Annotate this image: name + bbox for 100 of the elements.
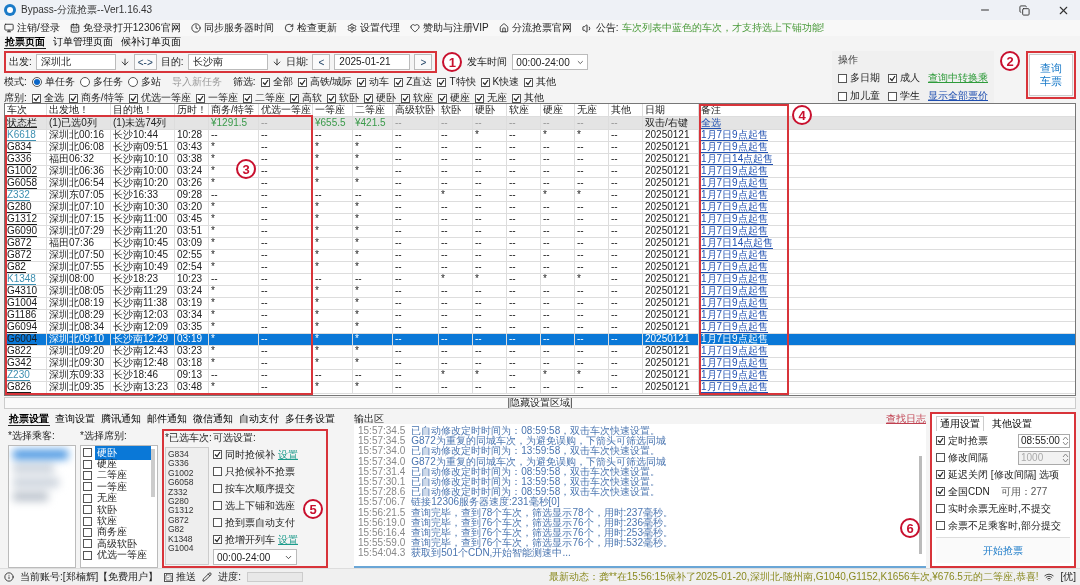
- train-number-link[interactable]: G822: [7, 346, 32, 357]
- toolbar-button[interactable]: 注销/登录: [4, 21, 60, 35]
- checkbox[interactable]: [213, 467, 222, 476]
- checkbox[interactable]: [936, 436, 945, 445]
- checkbox[interactable]: [195, 93, 205, 103]
- checkbox-label[interactable]: 软座: [412, 91, 433, 105]
- sale-time-link[interactable]: 1月7日9点起售: [701, 130, 768, 141]
- checkbox-label[interactable]: 学生: [900, 89, 920, 103]
- spinner-arrows-icon[interactable]: [1062, 434, 1069, 447]
- train-number-link[interactable]: G342: [7, 358, 32, 369]
- checkbox[interactable]: [213, 450, 222, 459]
- query-button[interactable]: 查询车票: [1029, 54, 1073, 96]
- checkbox-label[interactable]: Z直达: [406, 75, 433, 89]
- sale-time-link[interactable]: 1月7日9点起售: [701, 298, 768, 309]
- checkbox[interactable]: [400, 93, 410, 103]
- sale-time-link[interactable]: 1月7日9点起售: [701, 310, 768, 321]
- checkbox-label[interactable]: 只抢候补不抢票: [225, 464, 295, 479]
- radio-button[interactable]: [127, 77, 138, 87]
- checkbox[interactable]: [31, 93, 41, 103]
- train-item[interactable]: K1348: [168, 534, 206, 545]
- train-number-link[interactable]: G6058: [7, 178, 38, 189]
- checkbox[interactable]: [83, 539, 92, 549]
- seat-option[interactable]: 硬卧: [95, 445, 151, 460]
- checkbox[interactable]: [437, 77, 447, 87]
- checkbox[interactable]: [242, 93, 252, 103]
- checkbox[interactable]: [289, 93, 299, 103]
- checkbox-label[interactable]: 优选一等座: [140, 91, 191, 105]
- select-all-link[interactable]: 全选: [701, 118, 721, 129]
- checkbox[interactable]: [437, 93, 447, 103]
- page-tab[interactable]: 抢票页面: [4, 36, 46, 49]
- train-number-link[interactable]: G1312: [7, 214, 38, 225]
- spin-field[interactable]: 08:55:00: [1018, 433, 1070, 448]
- next-date-button[interactable]: >: [414, 54, 433, 70]
- checkbox[interactable]: [936, 521, 945, 530]
- checkbox[interactable]: [83, 550, 92, 560]
- checkbox[interactable]: [83, 505, 92, 515]
- checkbox-label[interactable]: 成人: [900, 71, 920, 85]
- checkbox-label[interactable]: 选上下铺和选座: [225, 498, 295, 513]
- checkbox[interactable]: [297, 77, 307, 87]
- train-number-link[interactable]: K1348: [7, 274, 36, 285]
- checkbox[interactable]: [213, 484, 222, 493]
- radio-button[interactable]: [31, 77, 42, 87]
- checkbox[interactable]: [326, 93, 336, 103]
- checkbox[interactable]: [83, 448, 92, 458]
- train-number-link[interactable]: Z230: [7, 370, 30, 381]
- checkbox[interactable]: [888, 73, 897, 83]
- train-number-link[interactable]: G6094: [7, 322, 38, 333]
- push-checkbox[interactable]: [164, 572, 174, 582]
- train-item[interactable]: G336: [168, 459, 206, 469]
- hide-settings-bar[interactable]: |隐藏设置区域|: [4, 397, 1076, 409]
- scrollbar[interactable]: [151, 449, 155, 497]
- checkbox-label[interactable]: 同时抢候补: [225, 447, 275, 462]
- checkbox[interactable]: [838, 73, 847, 83]
- toolbar-button[interactable]: 赞助与注册VIP: [409, 21, 489, 35]
- checkbox[interactable]: [83, 527, 92, 537]
- sale-time-link[interactable]: 1月7日9点起售: [701, 346, 768, 357]
- sale-time-link[interactable]: 1月7日9点起售: [701, 178, 768, 189]
- checkbox[interactable]: [936, 470, 945, 479]
- sale-time-link[interactable]: 1月7日9点起售: [701, 250, 768, 261]
- time-range-select[interactable]: 00:00-24:00: [213, 549, 297, 565]
- train-number-link[interactable]: G280: [7, 202, 32, 213]
- time-range-select[interactable]: 00:00-24:00: [512, 54, 589, 70]
- checkbox-label[interactable]: 全选: [43, 91, 64, 105]
- train-number-link[interactable]: G1002: [7, 166, 38, 177]
- sale-time-link[interactable]: 1月7日9点起售: [701, 202, 768, 213]
- checkbox-label[interactable]: 多日期: [850, 71, 880, 85]
- radio-label[interactable]: 多任务: [92, 75, 123, 89]
- sale-time-link[interactable]: 1月7日14点起售: [701, 238, 774, 249]
- sale-time-link[interactable]: 1月7日14点起售: [701, 154, 774, 165]
- train-number-link[interactable]: G6090: [7, 226, 38, 237]
- checkbox[interactable]: [838, 91, 847, 101]
- settings-tab[interactable]: 通用设置: [936, 416, 984, 431]
- scrollbar[interactable]: [919, 456, 922, 554]
- checkbox[interactable]: [83, 459, 92, 469]
- radio-label[interactable]: 多站: [140, 75, 161, 89]
- checkbox-label[interactable]: 抢到票自动支付: [225, 515, 295, 530]
- previous-date-button[interactable]: <: [312, 54, 331, 70]
- sale-time-link[interactable]: 1月7日9点起售: [701, 214, 768, 225]
- checkbox-label[interactable]: 其他: [523, 91, 544, 105]
- radio-button[interactable]: [79, 77, 90, 87]
- push-label[interactable]: 推送: [176, 570, 197, 584]
- sale-time-link[interactable]: 1月7日9点起售: [701, 286, 768, 297]
- start-button[interactable]: 开始抢票: [936, 537, 1070, 563]
- toolbar-button[interactable]: 同步服务器时间: [190, 21, 274, 35]
- arrow-down-icon[interactable]: [271, 57, 282, 67]
- checkbox-label[interactable]: 软卧: [338, 91, 359, 105]
- settings-tab[interactable]: 查询设置: [54, 412, 96, 426]
- train-number-link[interactable]: G1186: [7, 310, 37, 321]
- sale-time-link[interactable]: 1月7日9点起售: [701, 166, 768, 177]
- train-item[interactable]: G872: [168, 515, 206, 526]
- checkbox[interactable]: [888, 91, 897, 101]
- checkbox-label[interactable]: 实时余票无座时,不提交: [948, 501, 1051, 516]
- checkbox-label[interactable]: 延迟关闭 [修改间隔] 选项: [948, 467, 1060, 482]
- checkbox[interactable]: [524, 77, 534, 87]
- seat-option[interactable]: 无座: [95, 491, 119, 506]
- checkbox-label[interactable]: 定时抢票: [948, 433, 988, 448]
- checkbox-label[interactable]: 加儿童: [850, 89, 880, 103]
- sale-time-link[interactable]: 1月7日9点起售: [701, 226, 768, 237]
- checkbox-label[interactable]: 其他: [536, 75, 557, 89]
- train-number-link[interactable]: G4310: [7, 286, 38, 297]
